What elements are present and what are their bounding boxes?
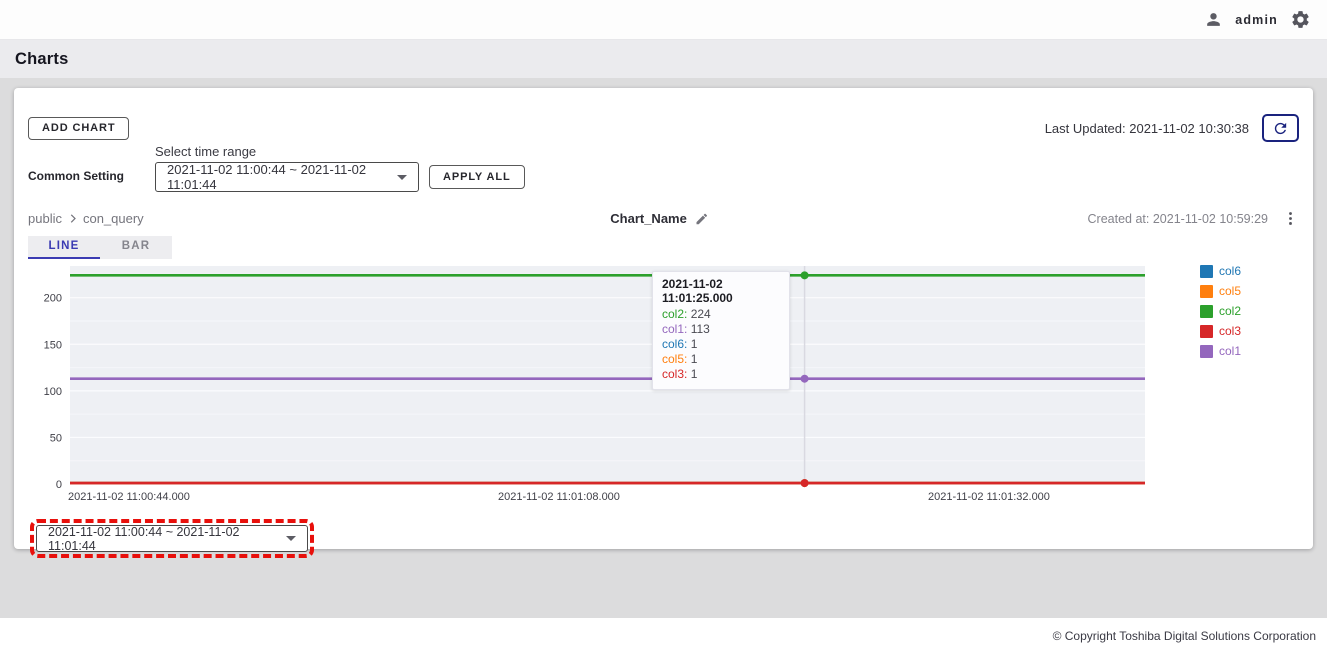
legend-item-col6[interactable]: col6 bbox=[1200, 264, 1241, 278]
legend-swatch-col3 bbox=[1200, 325, 1213, 338]
tab-line[interactable]: LINE bbox=[28, 236, 100, 259]
svg-text:150: 150 bbox=[44, 339, 62, 351]
svg-text:0: 0 bbox=[56, 479, 62, 491]
legend-label-col5: col5 bbox=[1219, 284, 1241, 298]
settings-gear-icon[interactable] bbox=[1290, 9, 1311, 30]
common-setting-label: Common Setting bbox=[28, 169, 155, 183]
chart-time-range-select[interactable]: 2021-11-02 11:00:44 ~ 2021-11-02 11:01:4… bbox=[36, 525, 308, 552]
tooltip-row: col6: 1 bbox=[662, 337, 780, 352]
chart-name-label: Chart_Name bbox=[610, 211, 687, 226]
tooltip-row: col2: 224 bbox=[662, 307, 780, 322]
main-content: ADD CHART Last Updated: 2021-11-02 10:30… bbox=[0, 78, 1327, 618]
tooltip-row: col3: 1 bbox=[662, 367, 780, 382]
legend-item-col5[interactable]: col5 bbox=[1200, 284, 1241, 298]
select-time-range-label: Select time range bbox=[155, 144, 419, 159]
tab-bar[interactable]: BAR bbox=[100, 236, 172, 259]
chevron-right-icon bbox=[65, 211, 80, 226]
legend-item-col1[interactable]: col1 bbox=[1200, 344, 1241, 358]
add-chart-button[interactable]: ADD CHART bbox=[28, 117, 129, 140]
last-updated-label: Last Updated: 2021-11-02 10:30:38 bbox=[1045, 121, 1249, 136]
legend-item-col3[interactable]: col3 bbox=[1200, 324, 1241, 338]
created-at-label: Created at: 2021-11-02 10:59:29 bbox=[1088, 212, 1268, 226]
chart-type-tabs: LINE BAR bbox=[28, 236, 172, 259]
line-chart-svg[interactable]: 0 50 100 150 200 2021-11-02 11:00:44.000 2021-… bbox=[28, 262, 1168, 506]
legend-swatch-col5 bbox=[1200, 285, 1213, 298]
svg-text:100: 100 bbox=[44, 386, 62, 398]
tooltip-timestamp: 2021-11-02 11:01:25.000 bbox=[662, 277, 780, 305]
chevron-down-icon bbox=[286, 536, 296, 541]
legend-item-col2[interactable]: col2 bbox=[1200, 304, 1241, 318]
svg-text:200: 200 bbox=[44, 293, 62, 305]
breadcrumb: public con_query bbox=[28, 211, 144, 226]
page-title-bar: Charts bbox=[0, 40, 1327, 78]
copyright-label: © Copyright Toshiba Digital Solutions Co… bbox=[1053, 629, 1316, 643]
chart-plot-area[interactable]: 0 50 100 150 200 2021-11-02 11:00:44.000 2021-… bbox=[28, 262, 1168, 506]
apply-all-button[interactable]: APPLY ALL bbox=[429, 165, 525, 189]
footer: © Copyright Toshiba Digital Solutions Co… bbox=[0, 618, 1327, 653]
legend-label-col3: col3 bbox=[1219, 324, 1241, 338]
svg-text:2021-11-02 11:01:32.000: 2021-11-02 11:01:32.000 bbox=[928, 491, 1050, 503]
chart-time-range-value: 2021-11-02 11:00:44 ~ 2021-11-02 11:01:4… bbox=[48, 525, 286, 553]
chart-legend: col6 col5 col2 col3 col1 bbox=[1200, 262, 1241, 506]
breadcrumb-query: con_query bbox=[83, 211, 144, 226]
legend-label-col2: col2 bbox=[1219, 304, 1241, 318]
svg-text:50: 50 bbox=[50, 432, 62, 444]
username-label[interactable]: admin bbox=[1235, 13, 1278, 27]
refresh-button[interactable] bbox=[1262, 114, 1299, 142]
chevron-down-icon bbox=[397, 175, 407, 180]
legend-label-col1: col1 bbox=[1219, 344, 1241, 358]
highlight-annotation-box: 2021-11-02 11:00:44 ~ 2021-11-02 11:01:4… bbox=[30, 519, 314, 558]
svg-text:2021-11-02 11:00:44.000: 2021-11-02 11:00:44.000 bbox=[68, 491, 190, 503]
svg-text:2021-11-02 11:01:08.000: 2021-11-02 11:01:08.000 bbox=[498, 491, 620, 503]
tooltip-row: col5: 1 bbox=[662, 352, 780, 367]
legend-swatch-col6 bbox=[1200, 265, 1213, 278]
kebab-menu-icon[interactable] bbox=[1282, 210, 1299, 227]
tooltip-row: col1: 113 bbox=[662, 322, 780, 337]
legend-label-col6: col6 bbox=[1219, 264, 1241, 278]
chart-tooltip: 2021-11-02 11:01:25.000 col2: 224col1: 1… bbox=[652, 271, 790, 390]
breadcrumb-database: public bbox=[28, 211, 62, 226]
legend-swatch-col2 bbox=[1200, 305, 1213, 318]
topbar: admin bbox=[0, 0, 1327, 40]
edit-pencil-icon[interactable] bbox=[695, 212, 709, 226]
page-title: Charts bbox=[15, 50, 68, 69]
time-range-select[interactable]: 2021-11-02 11:00:44 ~ 2021-11-02 11:01:4… bbox=[155, 162, 419, 192]
user-avatar-icon[interactable] bbox=[1204, 10, 1223, 29]
refresh-icon bbox=[1272, 120, 1289, 137]
charts-card: ADD CHART Last Updated: 2021-11-02 10:30… bbox=[14, 88, 1313, 549]
time-range-value: 2021-11-02 11:00:44 ~ 2021-11-02 11:01:4… bbox=[167, 162, 397, 192]
legend-swatch-col1 bbox=[1200, 345, 1213, 358]
